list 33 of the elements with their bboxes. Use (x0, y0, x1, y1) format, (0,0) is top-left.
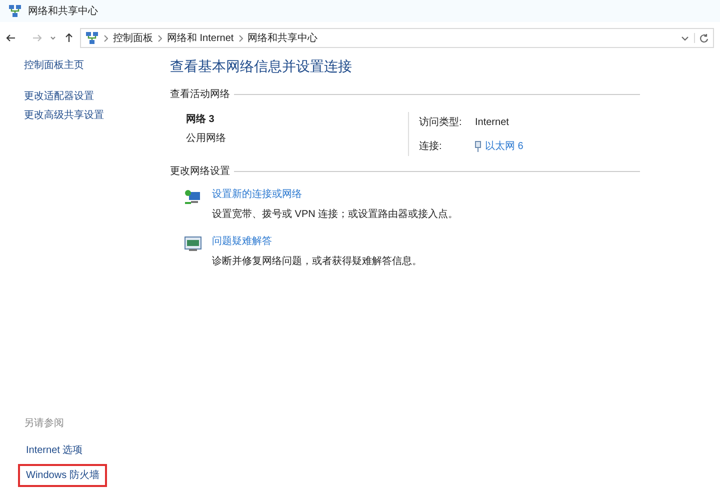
chevron-icon (158, 34, 162, 42)
section-heading: 查看活动网络 (170, 88, 230, 102)
network-type: 公用网络 (186, 132, 227, 146)
breadcrumb[interactable]: 网络和共享中心 (248, 30, 318, 46)
access-type-label: 访问类型: (419, 116, 463, 130)
see-also-link[interactable]: Internet 选项 (18, 439, 91, 462)
sidebar-link[interactable]: 控制面板主页 (24, 58, 170, 73)
refresh-icon[interactable] (699, 33, 709, 43)
connections-label: 连接: (419, 140, 443, 154)
section-heading: 更改网络设置 (170, 164, 230, 179)
control-panel-icon (85, 32, 99, 44)
access-type-value: Internet (475, 116, 510, 130)
see-also-link[interactable]: Windows 防火墙 (18, 464, 108, 487)
chevron-icon (238, 34, 243, 42)
see-also-heading: 另请参阅 (24, 416, 65, 431)
back-icon[interactable] (6, 33, 16, 43)
network-name: 网络 3 (186, 112, 216, 127)
window-title: 网络和共享中心 (28, 4, 98, 18)
breadcrumb[interactable]: 控制面板 (113, 30, 153, 46)
breadcrumb[interactable]: 网络和 Internet (167, 30, 234, 46)
task-description: 诊断并修复网络问题，或者获得疑难解答信息。 (212, 254, 422, 269)
sidebar-link[interactable]: 更改适配器设置 (24, 89, 170, 104)
task-description: 设置宽带、拨号或 VPN 连接；或设置路由器或接入点。 (212, 208, 458, 222)
sidebar-link[interactable]: 更改高级共享设置 (24, 108, 170, 123)
page-heading: 查看基本网络信息并设置连接 (170, 57, 353, 76)
ethernet-icon (475, 140, 481, 152)
network-icon (8, 4, 22, 18)
task-link[interactable]: 问题疑难解答 (212, 234, 422, 249)
up-icon[interactable] (64, 33, 74, 43)
monitor-icon (184, 236, 202, 252)
task-link[interactable]: 设置新的连接或网络 (212, 187, 458, 202)
chevron-icon (104, 34, 108, 42)
connection-link[interactable]: 以太网 6 (485, 138, 524, 154)
